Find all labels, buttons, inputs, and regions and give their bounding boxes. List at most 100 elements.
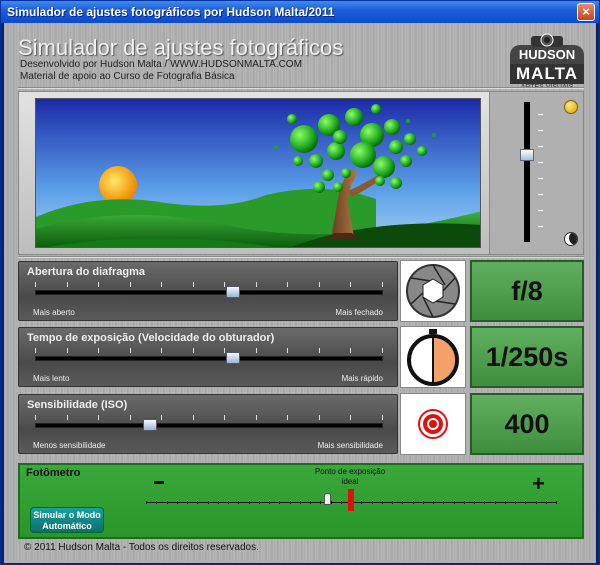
plus-icon: + [532, 471, 545, 496]
close-button[interactable]: × [577, 3, 595, 21]
meter-tick [545, 501, 547, 504]
iso-label: Sensibilidade (ISO) [27, 399, 128, 411]
slider-tick [161, 415, 162, 420]
slider-tick [98, 415, 99, 420]
light-slider-thumb[interactable] [520, 149, 534, 162]
iso-slider-track[interactable] [35, 423, 383, 428]
iso-min-label: Menos sensibilidade [33, 441, 106, 450]
slider-tick [350, 348, 351, 353]
app-window: Simulador de ajustes fotográficos por Hu… [0, 0, 600, 565]
meter-tick [525, 501, 527, 504]
light-meter-panel: Fotômetro Ponto de exposição ideal + Sim… [18, 463, 584, 539]
meter-tick [412, 501, 414, 504]
shutter-control: Tempo de exposição (Velocidade do obtura… [18, 327, 398, 387]
meter-tick [279, 501, 281, 504]
slider-tick [129, 282, 131, 287]
light-tick [538, 178, 543, 179]
meter-tick [269, 501, 270, 504]
light-tick [538, 130, 543, 131]
meter-tick [422, 501, 424, 504]
camera-logo-icon [531, 33, 563, 47]
exposure-pointer [324, 493, 331, 505]
app-client: Simulador de ajustes fotográficos Desenv… [4, 23, 596, 563]
light-slider-track[interactable] [524, 102, 530, 242]
light-tick [538, 226, 543, 227]
light-tick [538, 194, 543, 195]
slider-tick [35, 348, 36, 353]
meter-tick [474, 501, 475, 504]
landscape-image [36, 99, 480, 247]
ideal-exposure-marker [348, 489, 354, 511]
light-tick [538, 210, 543, 211]
meter-tick [166, 501, 168, 504]
auto-mode-button[interactable]: Simular o Modo Automático [30, 507, 104, 533]
aperture-min-label: Mais aberto [33, 308, 75, 317]
meter-tick [299, 501, 301, 504]
meter-tick [371, 501, 373, 504]
slider-tick [287, 415, 288, 420]
shutter-value: 1/250s [470, 326, 584, 388]
slider-tick [192, 415, 194, 420]
slider-tick [98, 348, 99, 353]
light-meter-title: Fotômetro [26, 467, 81, 479]
slider-tick [66, 415, 68, 420]
ideal-exposure-label: Ponto de exposição ideal [314, 467, 386, 486]
aperture-label: Abertura do diafragma [27, 266, 145, 278]
stopwatch-icon [407, 329, 459, 386]
slider-tick [35, 282, 36, 287]
meter-tick [146, 501, 147, 504]
meter-tick [320, 501, 322, 504]
minus-icon [154, 481, 164, 484]
shutter-icon-box [400, 326, 466, 388]
meter-tick [228, 501, 229, 504]
iso-control: Sensibilidade (ISO) Menos sensibilidade … [18, 394, 398, 454]
sun-icon [564, 100, 578, 114]
slider-tick [224, 415, 225, 420]
meter-tick [187, 501, 188, 504]
logo-line2: MALTA [510, 64, 584, 84]
shutter-slider-thumb[interactable] [226, 352, 241, 364]
slider-tick [318, 348, 320, 353]
iso-max-label: Mais sensibilidade [317, 441, 383, 450]
slider-tick [224, 282, 225, 287]
slider-tick [350, 415, 351, 420]
credits-line: Desenvolvido por Hudson Malta / WWW.HUDS… [20, 59, 302, 70]
aperture-value: f/8 [470, 260, 584, 322]
aperture-icon [406, 264, 460, 318]
aperture-slider-thumb[interactable] [226, 286, 241, 298]
page-title: Simulador de ajustes fotográficos [18, 35, 344, 60]
iso-slider-thumb[interactable] [142, 419, 157, 431]
meter-tick [535, 501, 537, 504]
brand-logo: HUDSON MALTA ARTES VISUAIS [510, 31, 584, 91]
iso-value: 400 [470, 393, 584, 455]
meter-tick [176, 501, 178, 504]
shutter-slider-track[interactable] [35, 356, 383, 361]
scene-preview [35, 98, 481, 248]
meter-tick [207, 501, 209, 504]
meter-tick [310, 501, 311, 504]
slider-tick [287, 282, 288, 287]
meter-tick [556, 501, 557, 504]
meter-tick [443, 501, 445, 504]
slider-tick [66, 348, 68, 353]
aperture-max-label: Mais fechado [335, 308, 383, 317]
title-bar[interactable]: Simulador de ajustes fotográficos por Hu… [1, 1, 599, 23]
slider-tick [129, 415, 131, 420]
aperture-control: Abertura do diafragma Mais aberto Mais f… [18, 261, 398, 321]
aperture-slider-track[interactable] [35, 290, 383, 295]
slider-tick [255, 348, 257, 353]
subtitle-line: Material de apoio ao Curso de Fotografia… [20, 71, 235, 82]
slider-tick [98, 282, 99, 287]
slider-tick [318, 415, 320, 420]
slider-tick [255, 415, 257, 420]
slider-tick [35, 415, 36, 420]
meter-tick [197, 501, 199, 504]
slider-tick [192, 282, 194, 287]
meter-tick [156, 501, 158, 504]
aperture-icon-box [400, 260, 466, 322]
copyright: © 2011 Hudson Malta - Todos os direitos … [24, 542, 259, 553]
slider-tick [192, 348, 194, 353]
meter-tick [484, 501, 486, 504]
slider-tick [381, 282, 383, 287]
meter-tick [381, 501, 383, 504]
